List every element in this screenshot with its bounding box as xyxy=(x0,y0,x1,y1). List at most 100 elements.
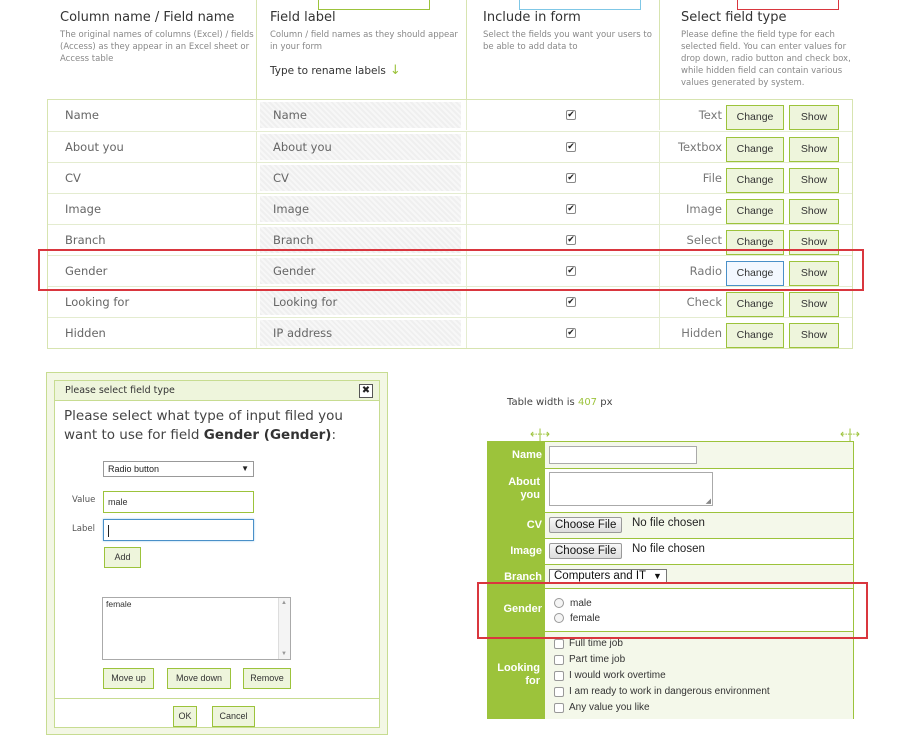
highlight-gender-preview xyxy=(477,582,868,639)
looking-checkbox[interactable] xyxy=(554,655,564,665)
scroll-down-icon[interactable]: ▼ xyxy=(281,651,287,657)
include-checkbox[interactable]: ✔ xyxy=(566,328,576,338)
looking-checkbox[interactable] xyxy=(554,687,564,697)
field-name: About you xyxy=(65,140,124,154)
form-preview: Name About you CV Image Branch Gender Lo… xyxy=(487,441,854,719)
checkbox-label: Full time job xyxy=(569,638,623,649)
field-name: Looking for xyxy=(65,295,130,309)
show-button[interactable]: Show xyxy=(789,292,839,317)
value-input[interactable]: male xyxy=(103,491,254,513)
include-checkbox[interactable]: ✔ xyxy=(566,297,576,307)
column-divider xyxy=(466,318,467,348)
values-list[interactable]: female ▲ ▼ xyxy=(102,597,291,660)
field-name: CV xyxy=(65,171,81,185)
cv-file-button[interactable]: Choose File xyxy=(549,517,623,533)
include-checkbox[interactable]: ✔ xyxy=(566,142,576,152)
header-divider xyxy=(466,0,467,100)
include-checkbox[interactable]: ✔ xyxy=(566,204,576,214)
caret-down-icon: ▼ xyxy=(653,571,662,581)
column-divider xyxy=(256,287,257,317)
field-name: Hidden xyxy=(65,326,106,340)
header-divider xyxy=(659,0,660,100)
show-button[interactable]: Show xyxy=(789,323,839,348)
column-divider xyxy=(466,163,467,193)
field-type-dialog: Please select field type ✖ Please select… xyxy=(46,372,388,735)
row-divider xyxy=(545,538,853,539)
table-width-suffix: px xyxy=(597,397,613,408)
column-divider xyxy=(466,100,467,130)
show-button[interactable]: Show xyxy=(789,199,839,224)
change-type-button[interactable]: Change xyxy=(726,105,784,130)
dialog-field-ref: Gender (Gender) xyxy=(203,427,332,443)
list-scrollbar[interactable]: ▲ ▼ xyxy=(278,598,290,659)
close-icon[interactable]: ✖ xyxy=(359,384,373,398)
name-input[interactable] xyxy=(549,446,697,464)
header-description: Column / field names as they should appe… xyxy=(270,30,458,52)
cv-file-status: No file chosen xyxy=(632,517,705,529)
label-input[interactable] xyxy=(103,519,254,541)
show-button[interactable]: Show xyxy=(789,105,839,130)
table-width-value: 407 xyxy=(577,397,598,408)
header-column-name: Column name / Field name The original na… xyxy=(60,0,256,100)
field-label-input[interactable]: Name xyxy=(260,102,461,128)
image-file-button[interactable]: Choose File xyxy=(549,543,623,559)
change-type-button[interactable]: Change xyxy=(726,292,784,317)
include-checkbox[interactable]: ✔ xyxy=(566,173,576,183)
list-item[interactable]: female xyxy=(106,599,287,609)
looking-checkbox[interactable] xyxy=(554,671,564,681)
change-type-button[interactable]: Change xyxy=(726,168,784,193)
include-checkbox[interactable]: ✔ xyxy=(566,235,576,245)
field-label-input[interactable]: Image xyxy=(260,196,461,222)
column-divider xyxy=(256,132,257,162)
field-label-input[interactable]: IP address xyxy=(260,320,461,346)
about-textarea[interactable]: ◢ xyxy=(549,472,713,506)
header-field-label: Field label Column / field names as they… xyxy=(270,0,460,100)
cancel-button[interactable]: Cancel xyxy=(212,706,255,727)
row-divider xyxy=(545,564,853,565)
table-row: CV CV ✔ File Change Show xyxy=(48,162,852,193)
remove-button[interactable]: Remove xyxy=(243,668,291,689)
label-image: Image xyxy=(510,545,542,557)
label-label: Label xyxy=(72,524,95,534)
column-divider xyxy=(659,100,660,130)
header-title: Column name / Field name xyxy=(60,10,235,25)
show-button[interactable]: Show xyxy=(789,137,839,162)
image-file-status: No file chosen xyxy=(632,543,705,555)
show-button[interactable]: Show xyxy=(789,168,839,193)
field-type-select-value: Radio button xyxy=(108,464,160,474)
table-width-info: Table width is 407 px xyxy=(507,397,613,408)
field-label-input[interactable]: Looking for xyxy=(260,289,461,315)
change-type-button[interactable]: Change xyxy=(726,137,784,162)
add-button[interactable]: Add xyxy=(104,547,141,568)
resize-handle-icon[interactable]: ⇠|⇢ xyxy=(840,427,860,441)
label-name: Name xyxy=(512,449,542,461)
change-type-button[interactable]: Change xyxy=(726,323,784,348)
field-label-input[interactable]: CV xyxy=(260,165,461,191)
table-row: Name Name ✔ Text Change Show xyxy=(48,100,852,131)
resize-grip-icon[interactable]: ◢ xyxy=(706,497,711,505)
header-description: Select the fields you want your users to… xyxy=(483,30,652,52)
looking-checkbox[interactable] xyxy=(554,703,564,713)
change-type-button[interactable]: Change xyxy=(726,199,784,224)
text-cursor xyxy=(108,524,109,537)
field-name: Image xyxy=(65,202,102,216)
dialog-title: Please select field type xyxy=(65,385,175,396)
dialog-body: Please select field type ✖ Please select… xyxy=(54,380,380,728)
resize-handle-icon[interactable]: ⇠|⇢ xyxy=(530,427,550,441)
column-divider xyxy=(659,163,660,193)
include-checkbox[interactable]: ✔ xyxy=(566,110,576,120)
column-divider xyxy=(659,287,660,317)
scroll-up-icon[interactable]: ▲ xyxy=(281,600,287,606)
header-divider xyxy=(256,0,257,100)
move-down-button[interactable]: Move down xyxy=(167,668,231,689)
rename-hint: Type to rename labels ↓ xyxy=(270,63,460,78)
field-type-select[interactable]: Radio button ▼ xyxy=(103,461,254,477)
table-width-prefix: Table width is xyxy=(507,397,578,408)
move-up-button[interactable]: Move up xyxy=(103,668,154,689)
ok-button[interactable]: OK xyxy=(173,706,197,727)
looking-checkbox[interactable] xyxy=(554,639,564,649)
field-label-input[interactable]: About you xyxy=(260,134,461,160)
table-row: Image Image ✔ Image Change Show xyxy=(48,193,852,224)
row-divider xyxy=(545,512,853,513)
arrow-down-icon: ↓ xyxy=(389,63,401,78)
